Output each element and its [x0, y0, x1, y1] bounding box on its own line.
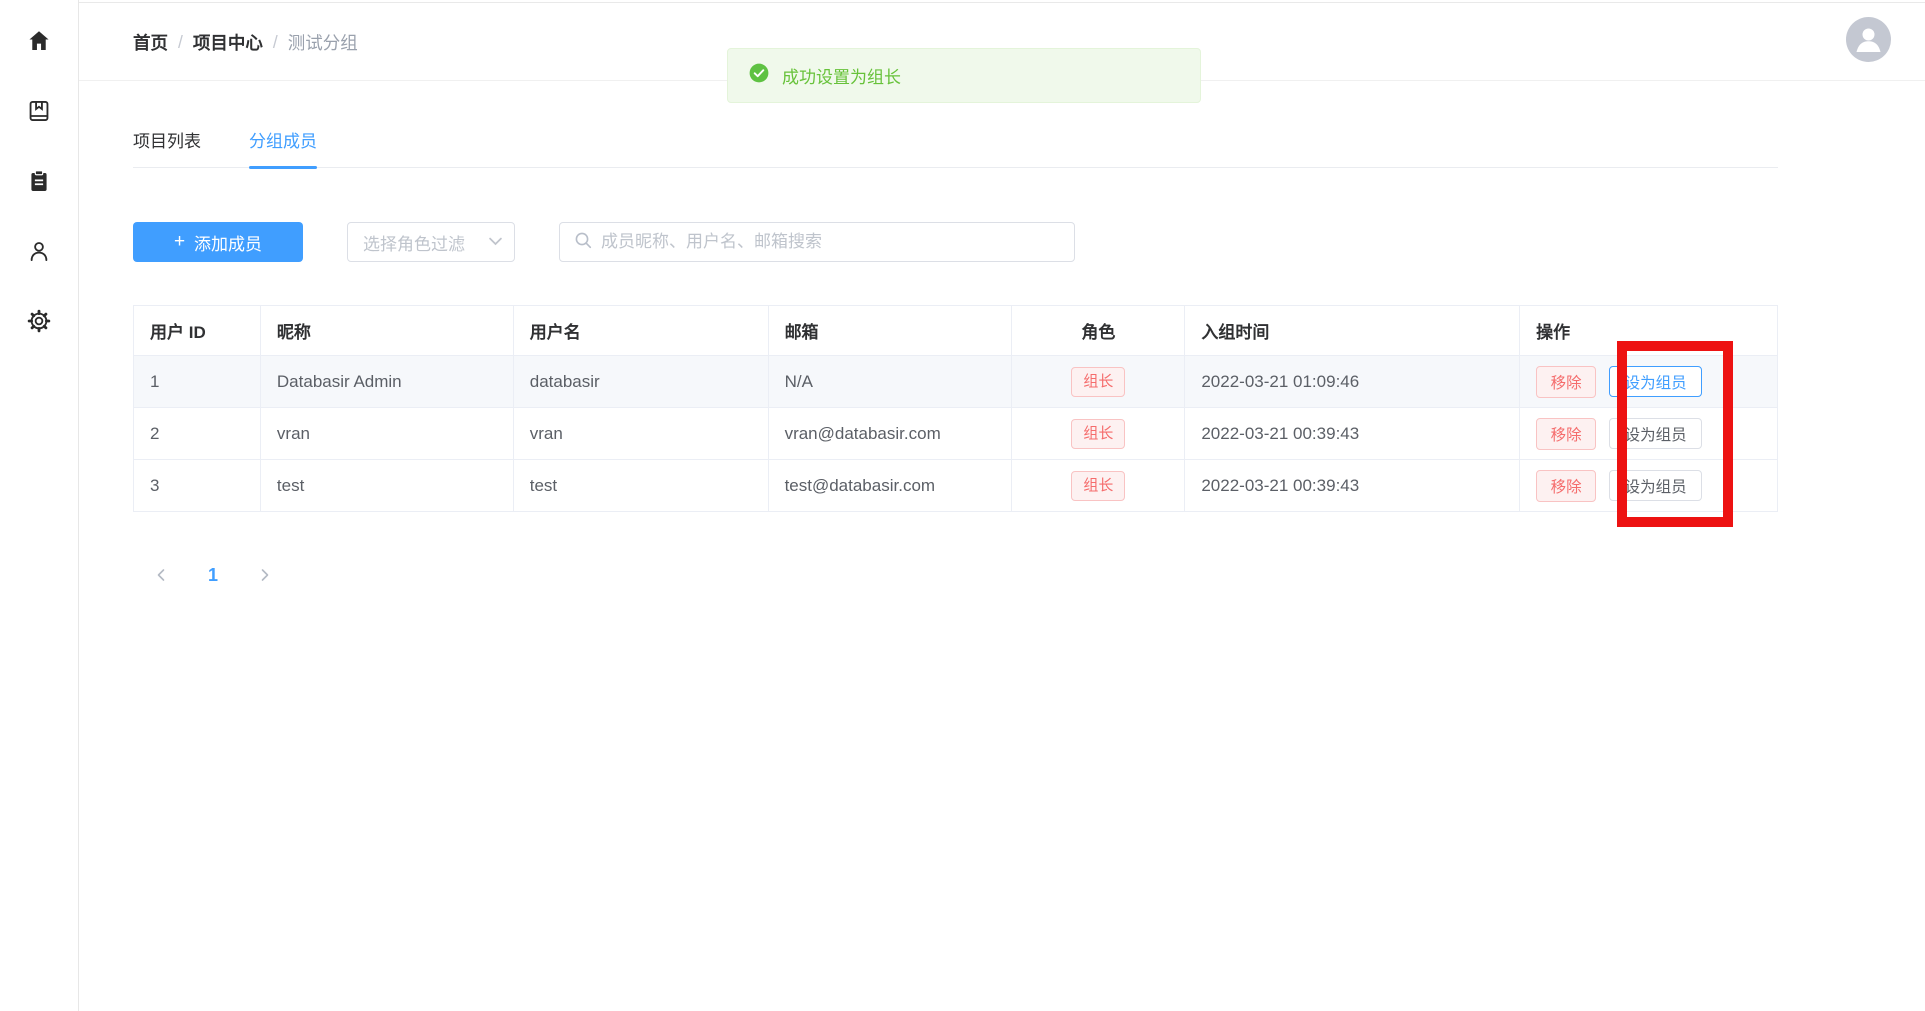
role-filter-select[interactable]: 选择角色过滤	[347, 222, 515, 262]
breadcrumb-item-current-group: 测试分组	[288, 30, 358, 55]
chevron-down-icon	[489, 233, 502, 251]
table-header-row: 用户 ID 昵称 用户名 邮箱 角色 入组时间 操作	[134, 306, 1778, 356]
chevron-right-icon	[259, 568, 271, 582]
cell-email: N/A	[768, 356, 1012, 408]
breadcrumb-item-project-center[interactable]: 项目中心	[193, 30, 263, 55]
cell-user-id: 2	[134, 408, 261, 460]
member-search-box	[559, 222, 1075, 262]
search-icon	[574, 231, 592, 254]
cell-join-time: 2022-03-21 00:39:43	[1185, 460, 1520, 512]
breadcrumb-separator: /	[178, 32, 183, 53]
toast-message: 成功设置为组长	[782, 63, 901, 88]
book-icon	[26, 98, 52, 129]
member-search-input[interactable]	[601, 232, 1060, 252]
cell-nickname: Databasir Admin	[260, 356, 513, 408]
cell-user-id: 3	[134, 460, 261, 512]
page: 首页 / 项目中心 / 测试分组 成功设置为组长 项目列表 分组成员 + 添加成…	[0, 0, 1925, 1011]
cell-username: databasir	[513, 356, 768, 408]
pagination: 1	[144, 558, 282, 592]
top-border-line	[0, 2, 1925, 3]
breadcrumb-separator: /	[273, 32, 278, 53]
col-header-username: 用户名	[513, 306, 768, 356]
tab-project-list[interactable]: 项目列表	[133, 127, 201, 167]
chevron-left-icon	[155, 568, 167, 582]
remove-member-button[interactable]: 移除	[1536, 470, 1596, 502]
remove-member-button[interactable]: 移除	[1536, 366, 1596, 398]
col-header-email: 邮箱	[768, 306, 1012, 356]
check-circle-icon	[749, 63, 769, 88]
sidebar-item-users[interactable]	[26, 240, 52, 266]
role-badge: 组长	[1071, 419, 1125, 449]
sidebar-item-settings[interactable]	[26, 310, 52, 336]
cell-join-time: 2022-03-21 00:39:43	[1185, 408, 1520, 460]
pagination-page-1[interactable]: 1	[196, 558, 230, 592]
add-member-button[interactable]: + 添加成员	[133, 222, 303, 262]
sidebar-item-tasks[interactable]	[26, 170, 52, 196]
col-header-actions: 操作	[1520, 306, 1778, 356]
cell-email: vran@databasir.com	[768, 408, 1012, 460]
gear-icon	[26, 308, 52, 339]
table-row: 2 vran vran vran@databasir.com 组长 2022-0…	[134, 408, 1778, 460]
cell-username: vran	[513, 408, 768, 460]
sidebar-item-projects[interactable]	[26, 100, 52, 126]
tab-bar: 项目列表 分组成员	[133, 127, 1778, 168]
sidebar	[0, 0, 79, 1011]
tab-group-members[interactable]: 分组成员	[249, 127, 317, 167]
table-row: 1 Databasir Admin databasir N/A 组长 2022-…	[134, 356, 1778, 408]
set-as-member-button[interactable]: 设为组员	[1609, 366, 1702, 397]
clipboard-icon	[26, 168, 52, 199]
plus-icon: +	[174, 232, 185, 251]
role-badge: 组长	[1071, 471, 1125, 501]
user-avatar[interactable]	[1846, 17, 1891, 62]
set-as-member-button[interactable]: 设为组员	[1609, 470, 1702, 501]
pagination-next-button[interactable]	[248, 558, 282, 592]
role-filter-placeholder: 选择角色过滤	[363, 230, 465, 255]
cell-nickname: test	[260, 460, 513, 512]
home-icon	[26, 28, 52, 59]
cell-email: test@databasir.com	[768, 460, 1012, 512]
col-header-role: 角色	[1012, 306, 1185, 356]
col-header-user-id: 用户 ID	[134, 306, 261, 356]
add-member-label: 添加成员	[194, 230, 262, 255]
set-as-member-button[interactable]: 设为组员	[1609, 418, 1702, 449]
sidebar-item-home[interactable]	[26, 30, 52, 56]
avatar-person-icon	[1846, 17, 1891, 62]
cell-join-time: 2022-03-21 01:09:46	[1185, 356, 1520, 408]
pagination-prev-button[interactable]	[144, 558, 178, 592]
cell-username: test	[513, 460, 768, 512]
cell-user-id: 1	[134, 356, 261, 408]
success-toast: 成功设置为组长	[727, 48, 1201, 103]
cell-nickname: vran	[260, 408, 513, 460]
members-table: 用户 ID 昵称 用户名 邮箱 角色 入组时间 操作 1 Databasir A…	[133, 305, 1778, 512]
breadcrumb: 首页 / 项目中心 / 测试分组	[133, 30, 358, 55]
breadcrumb-item-home[interactable]: 首页	[133, 30, 168, 55]
col-header-join-time: 入组时间	[1185, 306, 1520, 356]
col-header-nickname: 昵称	[260, 306, 513, 356]
table-row: 3 test test test@databasir.com 组长 2022-0…	[134, 460, 1778, 512]
role-badge: 组长	[1071, 367, 1125, 397]
remove-member-button[interactable]: 移除	[1536, 418, 1596, 450]
user-icon	[26, 238, 52, 269]
